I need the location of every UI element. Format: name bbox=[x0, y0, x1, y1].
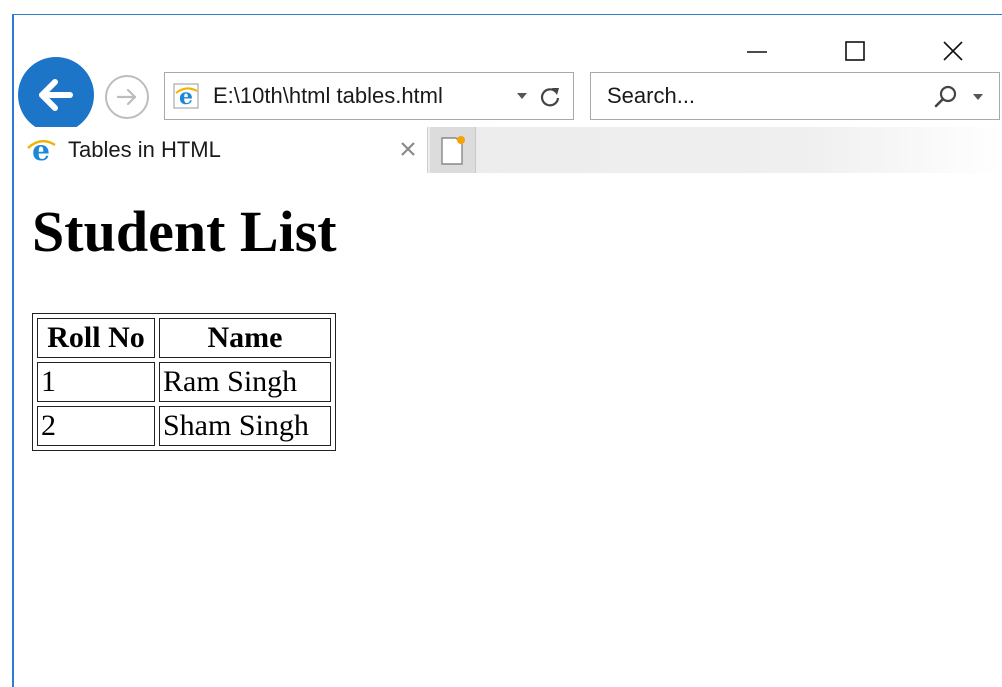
forward-button[interactable] bbox=[105, 75, 149, 119]
student-table: Roll No Name 1 Ram Singh 2 Sham Singh bbox=[32, 313, 336, 451]
tab-strip: e Tables in HTML bbox=[14, 127, 1002, 173]
ie-icon: e bbox=[173, 83, 199, 109]
search-input[interactable] bbox=[605, 82, 909, 110]
close-window-button[interactable] bbox=[904, 31, 1002, 71]
svg-text:e: e bbox=[32, 135, 50, 165]
browser-window: e E:\10th\html tables.html e Tables in H… bbox=[12, 14, 1002, 687]
search-box[interactable] bbox=[590, 72, 1000, 120]
address-bar[interactable]: e E:\10th\html tables.html bbox=[164, 72, 574, 120]
close-icon bbox=[943, 41, 963, 61]
refresh-icon[interactable] bbox=[537, 84, 563, 110]
maximize-button[interactable] bbox=[806, 31, 904, 71]
search-icon[interactable] bbox=[933, 84, 959, 110]
close-icon[interactable] bbox=[397, 138, 419, 160]
maximize-icon bbox=[845, 41, 865, 61]
page-content: Student List Roll No Name 1 Ram Singh 2 … bbox=[14, 173, 1002, 687]
minimize-button[interactable] bbox=[708, 31, 806, 71]
table-row: 2 Sham Singh bbox=[37, 406, 331, 446]
new-tab-icon bbox=[440, 136, 465, 165]
column-header-name: Name bbox=[159, 318, 331, 358]
page-heading: Student List bbox=[32, 199, 337, 264]
new-tab-button[interactable] bbox=[430, 127, 476, 173]
dropdown-icon[interactable] bbox=[515, 89, 529, 103]
address-url: E:\10th\html tables.html bbox=[213, 83, 443, 108]
forward-arrow-icon bbox=[116, 88, 137, 106]
tab-title: Tables in HTML bbox=[68, 137, 221, 162]
dropdown-icon[interactable] bbox=[971, 93, 985, 103]
window-controls bbox=[708, 31, 1002, 71]
back-button[interactable] bbox=[18, 57, 94, 133]
tab-tables-in-html[interactable]: e Tables in HTML bbox=[14, 127, 428, 173]
roll-no-cell: 1 bbox=[37, 362, 155, 402]
minimize-icon bbox=[747, 51, 767, 53]
table-row: 1 Ram Singh bbox=[37, 362, 331, 402]
name-cell: Ram Singh bbox=[159, 362, 331, 402]
back-arrow-icon bbox=[39, 79, 73, 111]
ie-icon: e bbox=[27, 135, 56, 165]
name-cell: Sham Singh bbox=[159, 406, 331, 446]
column-header-roll-no: Roll No bbox=[37, 318, 155, 358]
roll-no-cell: 2 bbox=[37, 406, 155, 446]
table-header-row: Roll No Name bbox=[37, 318, 331, 358]
